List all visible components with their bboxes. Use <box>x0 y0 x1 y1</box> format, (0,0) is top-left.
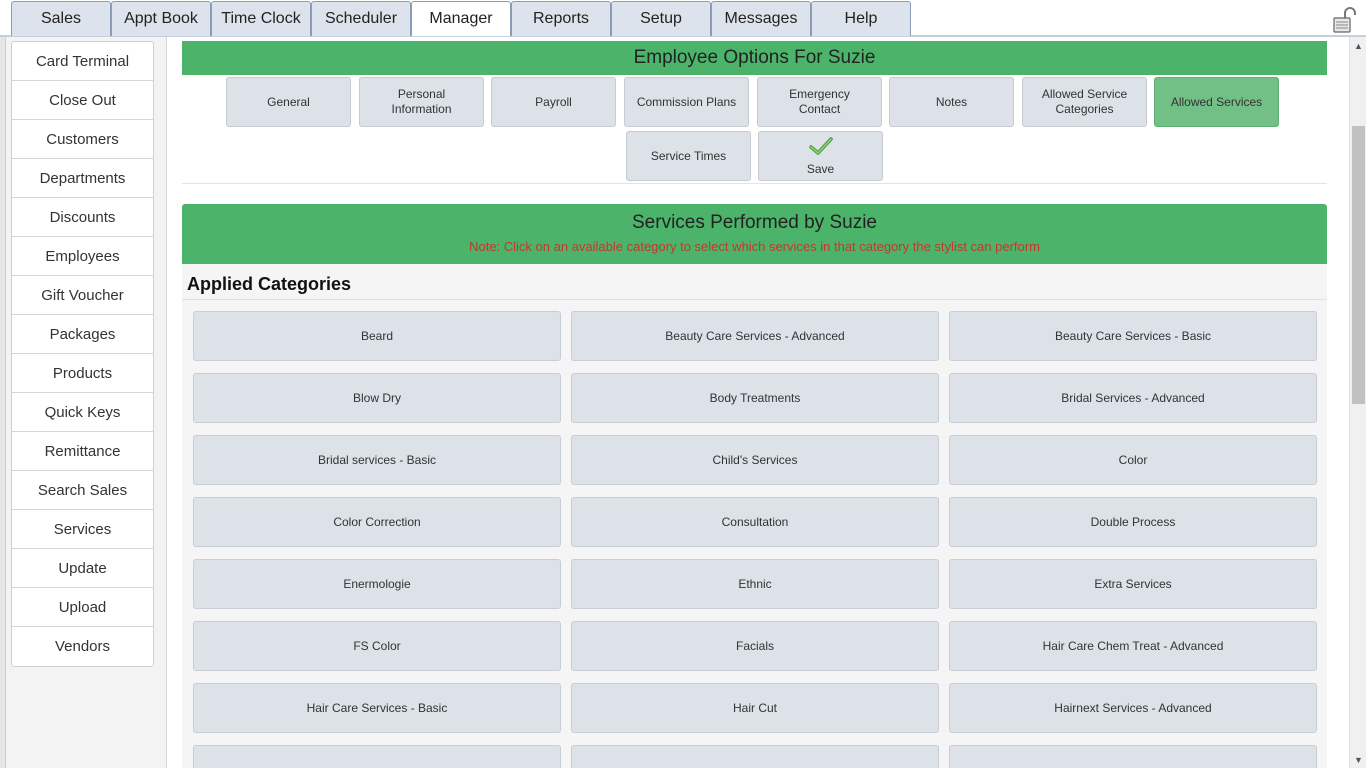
tab-reports[interactable]: Reports <box>511 1 611 36</box>
category-button-color-correction[interactable]: Color Correction <box>193 497 561 547</box>
unlock-icon[interactable] <box>1331 6 1359 34</box>
category-button-hair-care-chem-advanced[interactable]: Hair Care Chem Treat - Advanced <box>949 621 1317 671</box>
save-label: Save <box>806 161 835 176</box>
tab-manager[interactable]: Manager <box>411 1 511 36</box>
category-button-body-treatments[interactable]: Body Treatments <box>571 373 939 423</box>
notes-button[interactable]: Notes <box>889 77 1014 127</box>
category-button-bridal-basic[interactable]: Bridal services - Basic <box>193 435 561 485</box>
app-window: Sales Appt Book Time Clock Scheduler Man… <box>0 0 1366 768</box>
divider <box>182 183 1327 184</box>
sidebar-item-employees[interactable]: Employees <box>12 237 153 276</box>
sidebar-item-update[interactable]: Update <box>12 549 153 588</box>
tab-appt-book[interactable]: Appt Book <box>111 1 211 36</box>
category-button-beauty-care-basic[interactable]: Beauty Care Services - Basic <box>949 311 1317 361</box>
category-button-hair-care-basic[interactable]: Hair Care Services - Basic <box>193 683 561 733</box>
sidebar-item-gift-voucher[interactable]: Gift Voucher <box>12 276 153 315</box>
sidebar-item-discounts[interactable]: Discounts <box>12 198 153 237</box>
tab-scheduler[interactable]: Scheduler <box>311 1 411 36</box>
scrollbar-thumb[interactable] <box>1352 126 1365 404</box>
save-button[interactable]: Save <box>758 131 883 181</box>
allowed-services-button[interactable]: Allowed Services <box>1154 77 1279 127</box>
category-button-beard[interactable]: Beard <box>193 311 561 361</box>
category-button-consultation[interactable]: Consultation <box>571 497 939 547</box>
category-button-blow-dry[interactable]: Blow Dry <box>193 373 561 423</box>
services-header: Services Performed by Suzie Note: Click … <box>182 204 1327 264</box>
applied-categories-title: Applied Categories <box>187 274 352 294</box>
services-title: Services Performed by Suzie <box>632 212 877 233</box>
divider <box>182 299 1327 300</box>
sidebar-item-departments[interactable]: Departments <box>12 159 153 198</box>
sidebar-item-quick-keys[interactable]: Quick Keys <box>12 393 153 432</box>
tab-setup[interactable]: Setup <box>611 1 711 36</box>
category-button-facials[interactable]: Facials <box>571 621 939 671</box>
category-button-partial[interactable] <box>949 745 1317 768</box>
emergency-contact-button[interactable]: Emergency Contact <box>757 77 882 127</box>
applied-categories-panel: Applied Categories Beard Beauty Care Ser… <box>182 264 1327 768</box>
tab-sales[interactable]: Sales <box>11 1 111 36</box>
main-tabs: Sales Appt Book Time Clock Scheduler Man… <box>11 1 911 36</box>
tab-help[interactable]: Help <box>811 1 911 36</box>
category-button-extra-services[interactable]: Extra Services <box>949 559 1317 609</box>
category-button-beauty-care-advanced[interactable]: Beauty Care Services - Advanced <box>571 311 939 361</box>
personal-information-button[interactable]: Personal Information <box>359 77 484 127</box>
sidebar-item-remittance[interactable]: Remittance <box>12 432 153 471</box>
sidebar-item-upload[interactable]: Upload <box>12 588 153 627</box>
allowed-service-categories-button[interactable]: Allowed Service Categories <box>1022 77 1147 127</box>
services-note: Note: Click on an available category to … <box>469 239 1040 254</box>
category-button-double-process[interactable]: Double Process <box>949 497 1317 547</box>
sidebar-item-vendors[interactable]: Vendors <box>12 627 153 666</box>
tab-messages[interactable]: Messages <box>711 1 811 36</box>
sidebar-item-customers[interactable]: Customers <box>12 120 153 159</box>
category-button-partial[interactable] <box>193 745 561 768</box>
category-button-enermologie[interactable]: Enermologie <box>193 559 561 609</box>
checkmark-icon <box>808 136 833 162</box>
scroll-down-arrow-icon[interactable]: ▼ <box>1350 751 1366 768</box>
category-button-fs-color[interactable]: FS Color <box>193 621 561 671</box>
sidebar-item-card-terminal[interactable]: Card Terminal <box>12 42 153 81</box>
main-content: Employee Options For Suzie General Perso… <box>167 37 1349 768</box>
sidebar-item-search-sales[interactable]: Search Sales <box>12 471 153 510</box>
service-times-button[interactable]: Service Times <box>626 131 751 181</box>
category-button-color[interactable]: Color <box>949 435 1317 485</box>
commission-plans-button[interactable]: Commission Plans <box>624 77 749 127</box>
category-button-bridal-advanced[interactable]: Bridal Services - Advanced <box>949 373 1317 423</box>
category-button-hair-cut[interactable]: Hair Cut <box>571 683 939 733</box>
employee-options-title: Employee Options For Suzie <box>182 41 1327 75</box>
tab-time-clock[interactable]: Time Clock <box>211 1 311 36</box>
manager-sidebar-menu: Card Terminal Close Out Customers Depart… <box>11 41 154 667</box>
sidebar-panel: Card Terminal Close Out Customers Depart… <box>6 37 167 768</box>
category-button-hairnext-advanced[interactable]: Hairnext Services - Advanced <box>949 683 1317 733</box>
payroll-button[interactable]: Payroll <box>491 77 616 127</box>
sidebar-item-products[interactable]: Products <box>12 354 153 393</box>
vertical-scrollbar[interactable]: ▲ ▼ <box>1349 37 1366 768</box>
general-button[interactable]: General <box>226 77 351 127</box>
category-button-childs-services[interactable]: Child's Services <box>571 435 939 485</box>
category-button-partial[interactable] <box>571 745 939 768</box>
category-button-ethnic[interactable]: Ethnic <box>571 559 939 609</box>
sidebar-item-close-out[interactable]: Close Out <box>12 81 153 120</box>
scroll-up-arrow-icon[interactable]: ▲ <box>1350 37 1366 54</box>
sidebar-item-services[interactable]: Services <box>12 510 153 549</box>
sidebar-item-packages[interactable]: Packages <box>12 315 153 354</box>
top-tab-bar: Sales Appt Book Time Clock Scheduler Man… <box>0 0 1366 37</box>
